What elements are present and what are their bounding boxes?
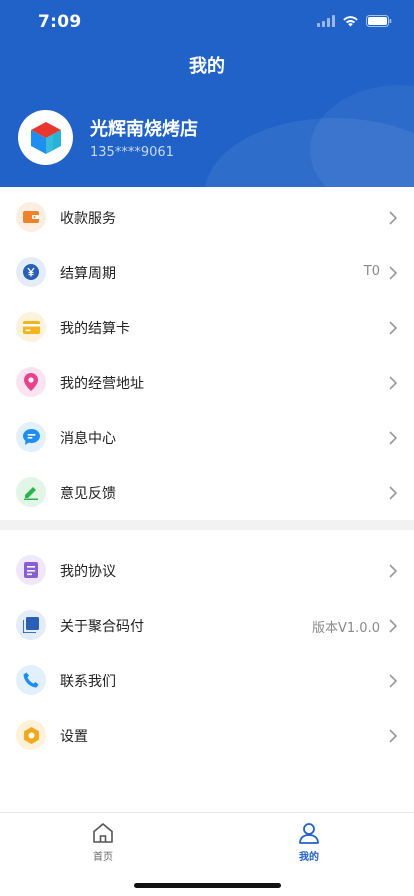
profile-header: 7:09 我的 光辉南烧烤店 135****9061: [0, 0, 414, 187]
tab-label: 首页: [93, 852, 113, 863]
menu-label: 我的协议: [60, 564, 116, 580]
chevron-right-icon: [389, 674, 398, 688]
location-pin-icon: [16, 367, 46, 397]
menu-item-business-address[interactable]: 我的经营地址: [0, 355, 414, 410]
menu-label: 收款服务: [60, 211, 116, 227]
menu-group-services: 收款服务 结算周期 T0 我的结算卡 我的经营地址 消息中心 意见反馈: [0, 190, 414, 520]
menu-item-message-center[interactable]: 消息中心: [0, 410, 414, 465]
chevron-right-icon: [389, 376, 398, 390]
page-title: 我的: [189, 56, 225, 77]
phone-icon: [16, 665, 46, 695]
app-version: 版本V1.0.0: [312, 621, 380, 636]
settings-gear-icon: [16, 720, 46, 750]
menu-label: 结算周期: [60, 266, 116, 282]
chevron-right-icon: [389, 211, 398, 225]
tab-home[interactable]: 首页: [53, 821, 153, 869]
menu-label: 消息中心: [60, 431, 116, 447]
agreement-icon: [16, 555, 46, 585]
card-icon: [16, 312, 46, 342]
status-time: 7:09: [38, 12, 82, 32]
menu-label: 设置: [60, 729, 88, 745]
phone-number: 135****9061: [90, 145, 174, 160]
feedback-icon: [16, 477, 46, 507]
wifi-icon: [343, 16, 358, 27]
home-icon: [93, 823, 113, 843]
menu-item-contact-us[interactable]: 联系我们: [0, 653, 414, 708]
chevron-right-icon: [389, 431, 398, 445]
settlement-cycle-value: T0: [363, 264, 380, 279]
section-divider: [0, 520, 414, 530]
menu-item-settlement-cycle[interactable]: 结算周期 T0: [0, 245, 414, 300]
chevron-right-icon: [389, 321, 398, 335]
profile-card[interactable]: 光辉南烧烤店 135****9061: [18, 110, 398, 174]
menu-group-about: 我的协议 关于聚合码付 版本V1.0.0 联系我们 设置: [0, 543, 414, 763]
menu-item-about[interactable]: 关于聚合码付 版本V1.0.0: [0, 598, 414, 653]
signal-icon: [317, 15, 335, 27]
store-logo-cube-icon: [30, 121, 61, 154]
message-icon: [16, 422, 46, 452]
chevron-right-icon: [389, 729, 398, 743]
chevron-right-icon: [389, 486, 398, 500]
battery-icon: [366, 15, 392, 27]
menu-item-feedback[interactable]: 意见反馈: [0, 465, 414, 520]
user-icon: [299, 823, 319, 844]
about-icon: [16, 610, 46, 640]
tab-label: 我的: [299, 852, 319, 863]
menu-item-settings[interactable]: 设置: [0, 708, 414, 763]
menu-item-settlement-card[interactable]: 我的结算卡: [0, 300, 414, 355]
chevron-right-icon: [389, 266, 398, 280]
menu-label: 意见反馈: [60, 486, 116, 502]
menu-label: 我的结算卡: [60, 321, 130, 337]
status-bar: 7:09: [0, 0, 414, 44]
avatar[interactable]: [18, 110, 73, 165]
chevron-right-icon: [389, 619, 398, 633]
home-indicator: [134, 883, 281, 888]
menu-label: 我的经营地址: [60, 376, 144, 392]
menu-item-payment-service[interactable]: 收款服务: [0, 190, 414, 245]
menu-label: 关于聚合码付: [60, 619, 144, 635]
wallet-icon: [16, 202, 46, 232]
menu-label: 联系我们: [60, 674, 116, 690]
chevron-right-icon: [389, 564, 398, 578]
yuan-icon: [16, 257, 46, 287]
status-icons: [317, 15, 392, 27]
tab-mine[interactable]: 我的: [259, 821, 359, 869]
store-name: 光辉南烧烤店: [90, 119, 198, 140]
menu-item-agreement[interactable]: 我的协议: [0, 543, 414, 598]
